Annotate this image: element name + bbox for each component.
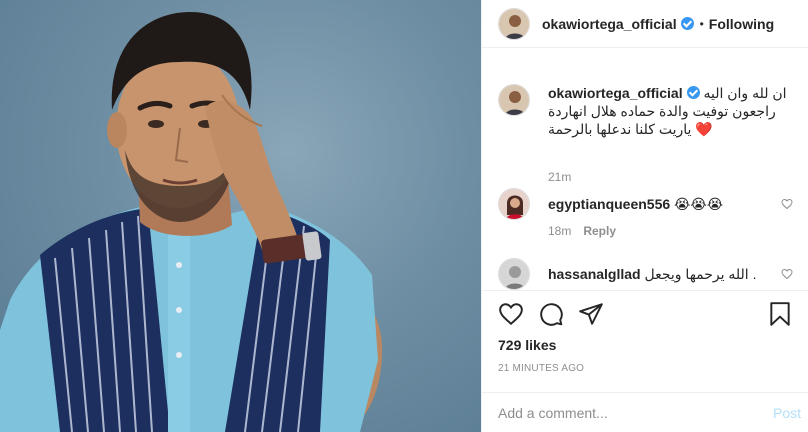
post-photo[interactable] xyxy=(0,0,481,432)
comment-username[interactable]: hassanalgllad xyxy=(548,266,641,282)
save-button[interactable] xyxy=(767,301,793,332)
caption-text: okawiortega_official ان لله وان اليه راج… xyxy=(548,84,788,138)
small-heart-icon xyxy=(781,268,793,280)
caption-line-2: راجعون توفيت والدة حماده هلال انهاردة xyxy=(548,103,776,119)
action-bar: 729 likes 21 MINUTES AGO xyxy=(482,290,808,386)
caption-avatar[interactable] xyxy=(498,84,530,116)
share-icon xyxy=(579,303,603,325)
small-heart-icon xyxy=(781,198,793,210)
comment-meta: 18m Reply xyxy=(548,224,616,238)
header-username[interactable]: okawiortega_official xyxy=(542,16,677,32)
post-container: okawiortega_official • Following okawior… xyxy=(0,0,808,432)
comment-row: egyptianqueen556 😭😭😭 18m Reply xyxy=(498,188,793,244)
avatar-image xyxy=(499,85,529,115)
caption-line-3: ياريت كلنا ندعلها بالرحمة ❤️ xyxy=(548,121,713,137)
share-button[interactable] xyxy=(578,301,604,332)
caption-time: 21m xyxy=(548,170,572,184)
commenter-avatar[interactable] xyxy=(498,188,530,220)
post-header: okawiortega_official • Following xyxy=(482,0,808,48)
heart-icon xyxy=(499,303,523,326)
comment-username[interactable]: egyptianqueen556 xyxy=(548,196,670,212)
add-comment-bar: Add a comment... Post xyxy=(482,392,808,432)
comment-body: 😭😭😭 xyxy=(674,196,724,212)
comment-icon xyxy=(540,303,563,326)
bookmark-icon xyxy=(770,302,790,326)
comment-input[interactable]: Add a comment... xyxy=(498,405,608,421)
comments-list[interactable]: okawiortega_official ان لله وان اليه راج… xyxy=(482,68,808,290)
likes-count[interactable]: 729 likes xyxy=(498,337,556,353)
action-icons xyxy=(498,301,793,329)
photo-illustration xyxy=(0,12,383,432)
caption-line-1: ان لله وان اليه xyxy=(703,85,787,101)
comment-text: egyptianqueen556 😭😭😭 xyxy=(548,195,788,213)
post-side-panel: okawiortega_official • Following okawior… xyxy=(481,0,808,432)
post-timestamp: 21 MINUTES AGO xyxy=(498,363,585,374)
reply-button[interactable]: Reply xyxy=(583,224,616,238)
comment-like-button[interactable] xyxy=(781,268,793,283)
comment-row: hassanalgllad الله يرحمها ويجعل . xyxy=(498,258,793,290)
caption-row: okawiortega_official ان لله وان اليه راج… xyxy=(498,84,793,184)
avatar-image xyxy=(499,259,529,289)
header-separator: • xyxy=(699,16,704,31)
avatar-image xyxy=(499,189,529,219)
comment-text: hassanalgllad الله يرحمها ويجعل . xyxy=(548,265,788,283)
comment-like-button[interactable] xyxy=(781,198,793,213)
profile-avatar[interactable] xyxy=(498,7,530,40)
verified-icon xyxy=(686,86,700,99)
post-comment-button[interactable]: Post xyxy=(773,405,801,421)
comment-button[interactable] xyxy=(538,301,564,332)
commenter-avatar[interactable] xyxy=(498,258,530,290)
avatar-image xyxy=(499,8,529,39)
caption-username[interactable]: okawiortega_official xyxy=(548,85,683,101)
verified-icon xyxy=(680,17,694,30)
following-button[interactable]: Following xyxy=(709,16,774,32)
comment-time: 18m xyxy=(548,224,572,238)
like-button[interactable] xyxy=(498,301,524,332)
comment-body: الله يرحمها ويجعل . xyxy=(644,266,757,282)
